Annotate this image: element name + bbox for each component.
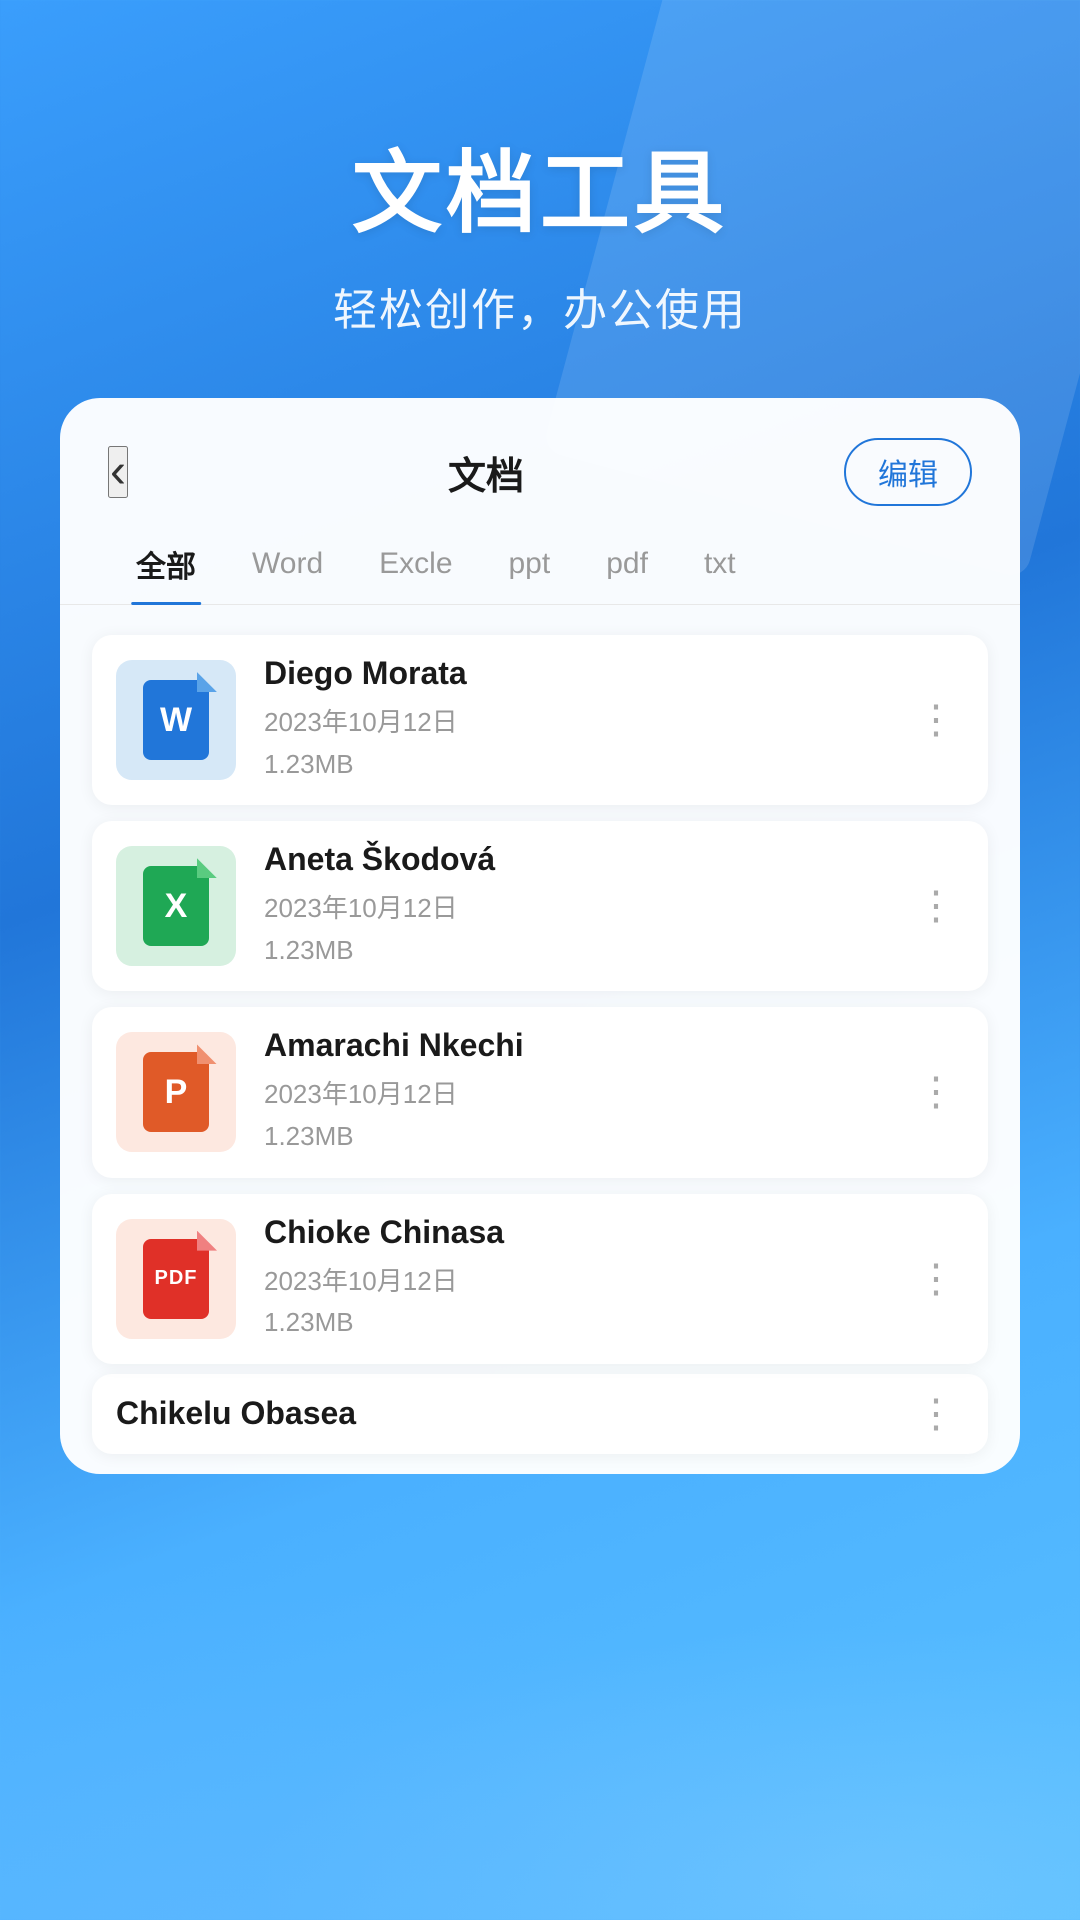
more-icon-2[interactable]: ⋮ [908,1069,964,1115]
ppt-icon-letter: P [165,1073,188,1112]
word-icon: W [143,680,209,760]
tabs-row: 全部 Word Excle ppt pdf txt [60,526,1020,605]
file-name-1: Aneta Škodová [264,841,908,878]
file-item-pdf[interactable]: PDF Chioke Chinasa 2023年10月12日1.23MB ⋮ [92,1194,988,1364]
file-item-word[interactable]: W Diego Morata 2023年10月12日1.23MB ⋮ [92,635,988,805]
edit-button[interactable]: 编辑 [844,438,972,506]
tab-pdf[interactable]: pdf [578,531,676,599]
file-item-partial[interactable]: Chikelu Obasea ⋮ [92,1374,988,1454]
file-icon-bg-word: W [116,660,236,780]
card-title: 文档 [448,445,524,500]
excel-icon: X [143,866,209,946]
bg-wave [0,1520,1080,1920]
file-name-2: Amarachi Nkechi [264,1027,908,1064]
pdf-icon: PDF [143,1239,209,1319]
file-meta-2: 2023年10月12日1.23MB [264,1074,908,1157]
more-icon-1[interactable]: ⋮ [908,883,964,929]
file-item-excel[interactable]: X Aneta Škodová 2023年10月12日1.23MB ⋮ [92,821,988,991]
more-icon-0[interactable]: ⋮ [908,697,964,743]
more-icon-3[interactable]: ⋮ [908,1256,964,1302]
back-button[interactable]: ‹ [108,446,128,498]
file-info-excel: Aneta Škodová 2023年10月12日1.23MB [264,841,908,971]
pdf-icon-text: PDF [155,1267,198,1290]
tab-txt[interactable]: txt [676,531,764,599]
card-header: ‹ 文档 编辑 [60,398,1020,526]
file-list: W Diego Morata 2023年10月12日1.23MB ⋮ X Ane… [60,625,1020,1374]
file-item-ppt[interactable]: P Amarachi Nkechi 2023年10月12日1.23MB ⋮ [92,1007,988,1177]
hero-subtitle: 轻松创作，办公使用 [0,274,1080,338]
file-meta-3: 2023年10月12日1.23MB [264,1261,908,1344]
excel-icon-letter: X [165,887,188,926]
word-icon-letter: W [160,701,192,740]
tab-word[interactable]: Word [224,531,351,599]
file-meta-1: 2023年10月12日1.23MB [264,888,908,971]
main-card: ‹ 文档 编辑 全部 Word Excle ppt pdf txt W Dieg… [60,398,1020,1474]
file-info-pdf: Chioke Chinasa 2023年10月12日1.23MB [264,1214,908,1344]
file-name-3: Chioke Chinasa [264,1214,908,1251]
hero-title: 文档工具 [0,120,1080,250]
tab-ppt[interactable]: ppt [481,531,579,599]
partial-file-name: Chikelu Obasea [116,1395,356,1432]
file-icon-bg-ppt: P [116,1032,236,1152]
hero-section: 文档工具 轻松创作，办公使用 [0,0,1080,398]
file-icon-bg-excel: X [116,846,236,966]
file-meta-0: 2023年10月12日1.23MB [264,702,908,785]
file-name-0: Diego Morata [264,655,908,692]
tab-excle[interactable]: Excle [351,531,480,599]
tab-all[interactable]: 全部 [108,526,224,604]
file-info-ppt: Amarachi Nkechi 2023年10月12日1.23MB [264,1027,908,1157]
file-info-word: Diego Morata 2023年10月12日1.23MB [264,655,908,785]
more-icon-partial[interactable]: ⋮ [908,1391,964,1437]
file-icon-bg-pdf: PDF [116,1219,236,1339]
ppt-icon: P [143,1052,209,1132]
